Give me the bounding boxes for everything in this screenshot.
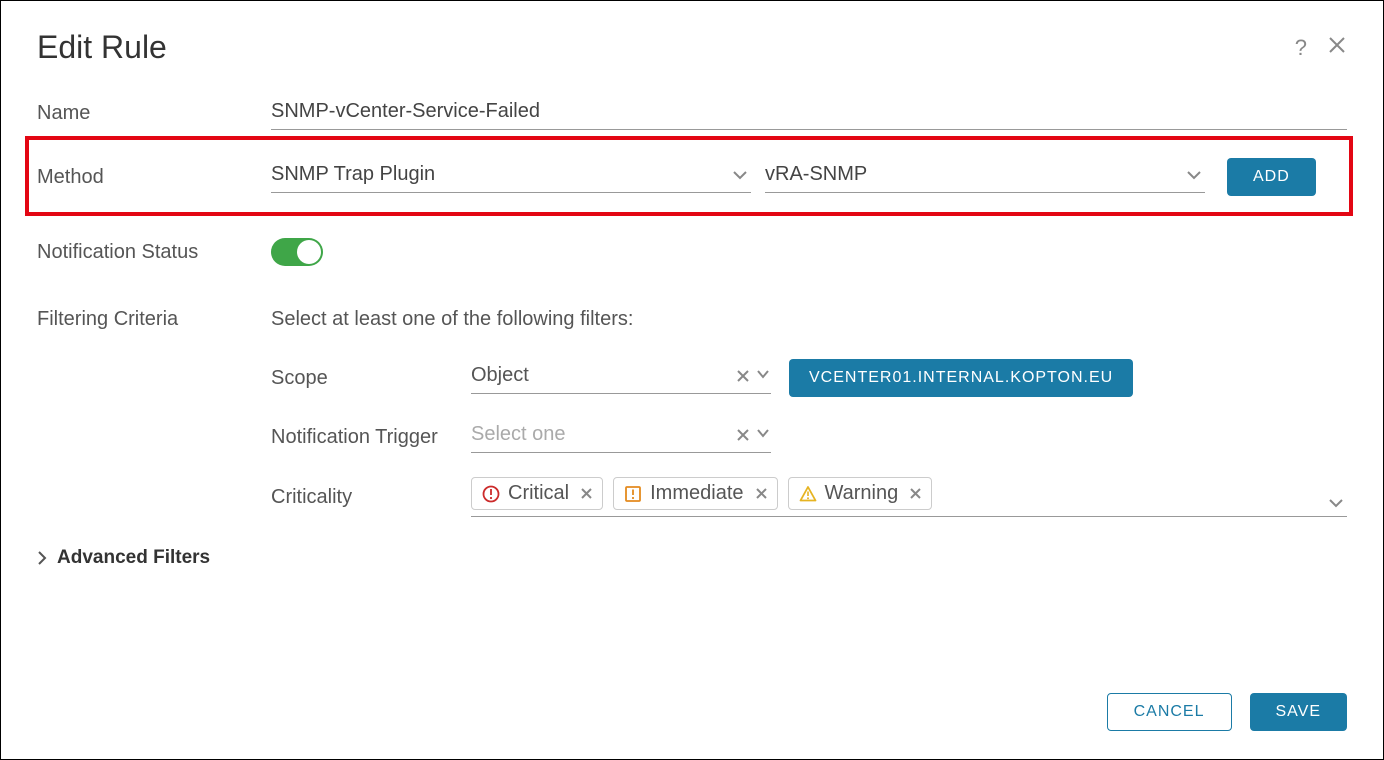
criticality-row: Criticality Critical [271, 477, 1347, 517]
notification-status-label: Notification Status [37, 241, 271, 264]
clear-icon[interactable] [737, 370, 749, 382]
chevron-down-icon [757, 429, 769, 441]
close-icon[interactable] [1327, 35, 1347, 61]
save-button[interactable]: SAVE [1250, 693, 1348, 731]
chevron-down-icon [1329, 498, 1343, 508]
scope-row: Scope Object VCENTER01.INTERNAL.KOPTON.E… [271, 359, 1347, 397]
immediate-icon [624, 485, 642, 503]
notification-status-row: Notification Status [37, 238, 1347, 266]
notification-trigger-dropdown[interactable]: Select one [471, 421, 771, 453]
chip-remove-icon[interactable] [910, 488, 921, 499]
chip-label: Warning [825, 482, 899, 505]
chevron-down-icon [733, 170, 747, 180]
scope-label: Scope [271, 367, 471, 390]
notification-trigger-placeholder: Select one [471, 423, 566, 446]
name-row: Name [37, 96, 1347, 130]
method-row: Method SNMP Trap Plugin vRA-SNMP ADD [37, 158, 1347, 196]
filtering-criteria-label: Filtering Criteria [37, 308, 271, 331]
chevron-down-icon [1187, 170, 1201, 180]
chip-remove-icon[interactable] [581, 488, 592, 499]
scope-dropdown[interactable]: Object [471, 362, 771, 394]
method-plugin-dropdown[interactable]: SNMP Trap Plugin [271, 161, 751, 193]
dialog-header: Edit Rule ? [37, 29, 1347, 66]
dialog-title: Edit Rule [37, 29, 167, 66]
advanced-filters-toggle[interactable]: Advanced Filters [37, 547, 1347, 569]
help-icon[interactable]: ? [1295, 35, 1307, 61]
method-label: Method [37, 166, 271, 189]
filter-instruction: Select at least one of the following fil… [271, 308, 1347, 331]
name-label: Name [37, 102, 271, 125]
criticality-chip-warning: Warning [788, 477, 933, 510]
notification-trigger-label: Notification Trigger [271, 426, 471, 449]
critical-icon [482, 485, 500, 503]
method-instance-dropdown[interactable]: vRA-SNMP [765, 161, 1205, 193]
method-instance-value: vRA-SNMP [765, 163, 867, 186]
advanced-filters-label: Advanced Filters [57, 547, 210, 569]
chip-label: Immediate [650, 482, 743, 505]
add-button[interactable]: ADD [1227, 158, 1316, 196]
criticality-label: Criticality [271, 486, 471, 509]
chip-label: Critical [508, 482, 569, 505]
dialog-footer: CANCEL SAVE [1107, 693, 1347, 731]
notification-trigger-row: Notification Trigger Select one [271, 421, 1347, 453]
cancel-button[interactable]: CANCEL [1107, 693, 1232, 731]
scope-value: Object [471, 364, 529, 387]
chevron-down-icon [757, 370, 769, 382]
clear-icon[interactable] [737, 429, 749, 441]
warning-icon [799, 485, 817, 503]
filtering-criteria-row: Filtering Criteria Select at least one o… [37, 308, 1347, 525]
notification-status-toggle[interactable] [271, 238, 323, 266]
chip-remove-icon[interactable] [756, 488, 767, 499]
method-plugin-value: SNMP Trap Plugin [271, 163, 435, 186]
chevron-right-icon [37, 551, 47, 565]
edit-rule-dialog: Edit Rule ? Name Method SNMP Trap Plugin [0, 0, 1384, 760]
criticality-multiselect[interactable]: Critical Immediate [471, 477, 1347, 517]
toggle-knob [297, 240, 321, 264]
header-icons: ? [1295, 35, 1347, 61]
criticality-chip-critical: Critical [471, 477, 603, 510]
scope-object-pill[interactable]: VCENTER01.INTERNAL.KOPTON.EU [789, 359, 1133, 397]
criticality-chip-immediate: Immediate [613, 477, 777, 510]
name-input[interactable] [271, 96, 1347, 130]
